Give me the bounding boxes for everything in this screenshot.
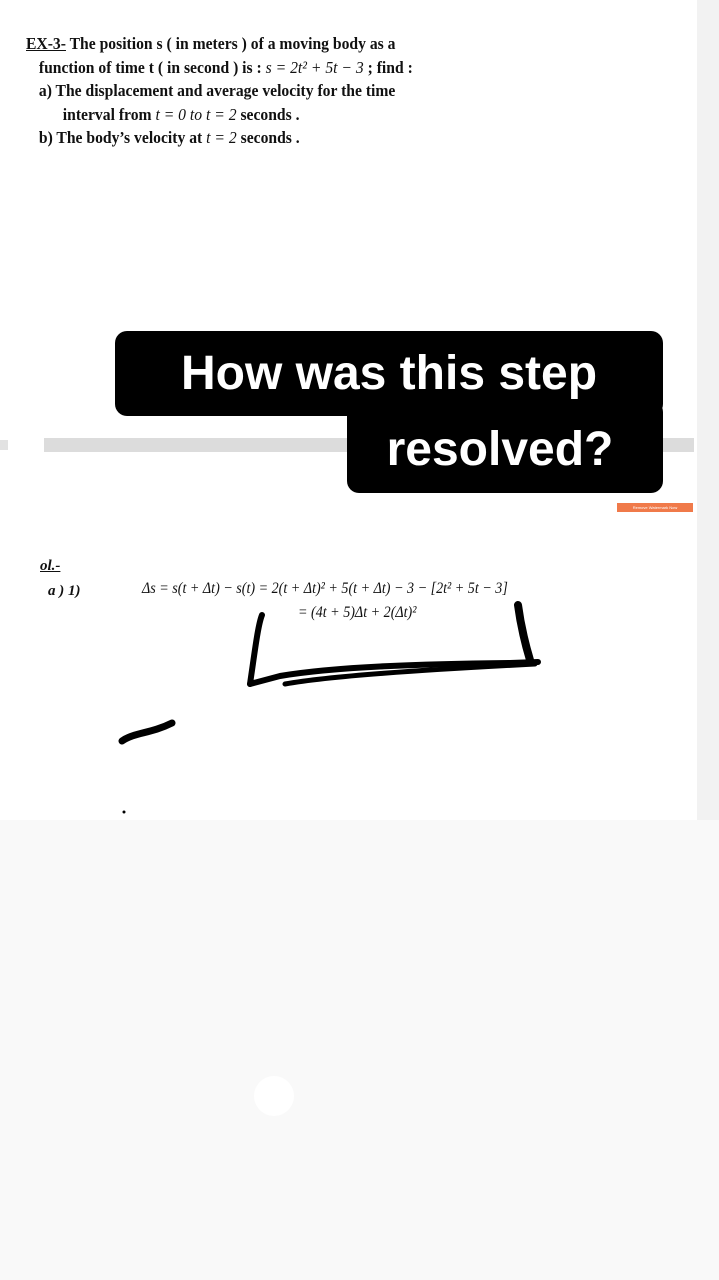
problem-text: seconds . [236, 104, 300, 124]
time-interval: t = 0 to t = 2 [155, 104, 237, 124]
problem-text: b) The body’s velocity at [38, 128, 207, 147]
problem-text: seconds . [236, 128, 300, 147]
equation-2: = (4t + 5)Δt + 2(Δt)² [298, 604, 417, 621]
page-edge [697, 0, 719, 825]
problem-text: ; find : [363, 57, 413, 77]
home-indicator-dot[interactable] [254, 1076, 294, 1116]
problem-text: function of time t ( in second ) is : [38, 57, 262, 77]
question-text-line-2: resolved? [386, 423, 614, 476]
part-b-line: b) The body’s velocity at t = 2 seconds … [26, 126, 523, 150]
position-formula: s = 2t² + 5t − 3 [265, 57, 364, 77]
question-text-line-1: How was this step [180, 347, 598, 400]
problem-line-1: EX-3- The position s ( in meters ) of a … [26, 32, 523, 56]
solution-label: ol.- [40, 558, 61, 574]
part-label: a ) 1) [48, 583, 81, 599]
part-a-line-2: interval from t = 0 to t = 2 seconds . [26, 103, 523, 127]
blank-area [0, 820, 719, 1280]
equation-1: Δs = s(t + Δt) − s(t) = 2(t + Δt)² + 5(t… [142, 580, 508, 597]
part-a-line-1: a) The displacement and average velocity… [38, 81, 396, 100]
problem-statement: EX-3- The position s ( in meters ) of a … [26, 32, 523, 150]
problem-text: The position s ( in meters ) of a moving… [65, 34, 396, 53]
problem-line-2: function of time t ( in second ) is : s … [26, 56, 523, 80]
example-label: EX-3- [26, 34, 66, 53]
remove-watermark-button[interactable]: Remove Watermark Now [617, 503, 693, 512]
problem-text: interval from [62, 104, 156, 124]
time-value: t = 2 [206, 128, 237, 147]
divider [0, 440, 8, 450]
